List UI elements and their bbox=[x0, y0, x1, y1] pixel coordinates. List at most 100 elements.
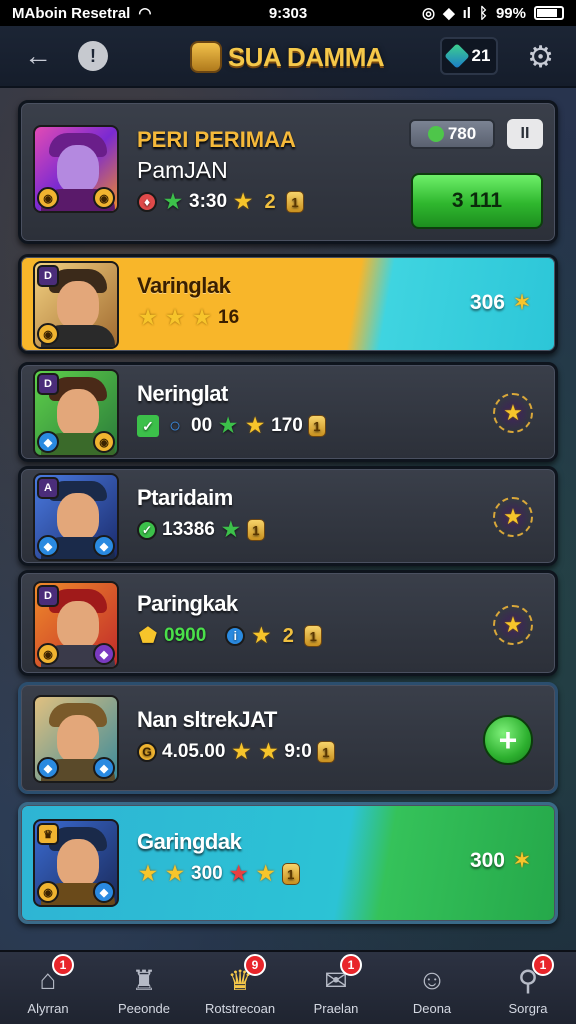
avatar: A ◆ ◆ bbox=[33, 473, 119, 561]
star-icon: ★ bbox=[139, 863, 157, 885]
player-stat-b: 170 bbox=[271, 415, 303, 436]
player-stat-a: 300 bbox=[191, 863, 223, 884]
star-burst-icon[interactable]: ★ bbox=[493, 605, 533, 645]
leaf-icon bbox=[427, 126, 444, 142]
coin-badge-icon: ◉ bbox=[37, 323, 59, 345]
nav-label: Rotstrecoan bbox=[204, 1001, 276, 1016]
pause-button[interactable]: II bbox=[507, 119, 543, 149]
gem-count: 21 bbox=[471, 46, 491, 65]
coin-badge-icon: ◉ bbox=[37, 187, 59, 209]
nav-label: Alyrran bbox=[27, 1001, 69, 1016]
alarm-icon: ◎ bbox=[421, 5, 436, 22]
list-item[interactable]: D ◉ Varinglak ★ ★ ★ 16 306 ✶ bbox=[18, 254, 558, 354]
star-icon: ★ bbox=[166, 307, 184, 329]
shield-badge-icon: ◆ bbox=[93, 881, 115, 903]
notification-badge: 1 bbox=[52, 954, 74, 976]
star-icon: ★ bbox=[252, 625, 271, 647]
back-button[interactable]: ← bbox=[20, 38, 56, 74]
heart-icon: ♦ bbox=[137, 192, 157, 212]
coin-icon: 1 bbox=[286, 191, 305, 213]
coin-icon: 1 bbox=[281, 863, 300, 885]
profile-icon: ☺ bbox=[417, 964, 447, 995]
shield-badge-icon: ◆ bbox=[37, 431, 59, 453]
status-bar: MAboin Resetral ◠ 9:303 ◎ ◆ ıl ᛒ 99% bbox=[0, 0, 576, 26]
player-name: Nan sltrekJAT bbox=[137, 707, 277, 732]
bottom-nav: ⌂ Alyrran 1 ♜ Peeonde ♛ Rotstrecoan 9 ✉ … bbox=[0, 950, 576, 1024]
check-icon: ✓ bbox=[137, 415, 159, 437]
shield-badge-icon: ◆ bbox=[93, 757, 115, 779]
info-button[interactable]: ! bbox=[78, 41, 108, 71]
coin-icon: 1 bbox=[246, 519, 265, 541]
app-header: ← ! SUA DAMMA 21 ⚙ bbox=[0, 26, 576, 88]
gem-badge-icon: ◆ bbox=[93, 643, 115, 665]
list-item[interactable]: D ◆ ◉ Neringlat ✓ ○ 00 ★ ★ 170 1 ★ bbox=[18, 362, 558, 462]
player-stat: 16 bbox=[218, 307, 240, 328]
star-icon: ★ bbox=[166, 863, 184, 885]
nav-item-profile[interactable]: ☺ Deona bbox=[384, 952, 480, 1024]
list-item[interactable]: ♛ ◉ ◆ Garingdak ★ ★ 300 ★ ★ 1 300 ✶ bbox=[18, 802, 558, 924]
featured-card[interactable]: ◉ ◉ PERI PERIMAA PamJAN ♦ ★ 3:30 ★ 2 1 7… bbox=[18, 100, 558, 244]
back-arrow-icon: ← bbox=[24, 40, 52, 71]
nav-label: Sorgra bbox=[508, 1001, 548, 1016]
rank-badge-icon: D bbox=[37, 265, 59, 287]
avatar: D ◉ ◆ bbox=[33, 581, 119, 669]
shield-badge-icon: ◆ bbox=[37, 535, 59, 557]
notification-badge: 9 bbox=[244, 954, 266, 976]
star-icon: ★ bbox=[139, 307, 157, 329]
player-name: Garingdak bbox=[137, 829, 242, 854]
player-stat-a: 4.05.00 bbox=[162, 741, 226, 762]
list-item[interactable]: A ◆ ◆ Ptaridaim ✓ 13386 ★ 1 ★ bbox=[18, 466, 558, 566]
nav-item-home[interactable]: ⌂ Alyrran 1 bbox=[0, 952, 96, 1024]
settings-button[interactable]: ⚙ bbox=[527, 40, 554, 75]
star-icon: ★ bbox=[234, 191, 252, 213]
plus-icon: + bbox=[498, 721, 518, 758]
location-icon: ◆ bbox=[443, 5, 455, 22]
star-icon: ★ bbox=[256, 863, 275, 885]
nav-label: Deona bbox=[412, 1001, 452, 1016]
nav-item-messages[interactable]: ✉ Praelan 1 bbox=[288, 952, 384, 1024]
nav-item-leaderboard[interactable]: ♛ Rotstrecoan 9 bbox=[192, 952, 288, 1024]
info-icon: ! bbox=[90, 45, 96, 66]
notification-badge: 1 bbox=[340, 954, 362, 976]
notification-badge: 1 bbox=[532, 954, 554, 976]
wifi-icon: ◠ bbox=[138, 5, 152, 22]
ring-icon: ○ bbox=[168, 415, 182, 437]
avatar: ◆ ◆ bbox=[33, 695, 119, 783]
coin-orb-icon: G bbox=[137, 742, 157, 762]
player-stat-a: 00 bbox=[191, 415, 213, 436]
rank-badge-icon: D bbox=[37, 585, 59, 607]
avatar: ◉ ◉ bbox=[33, 125, 119, 213]
currency-pill[interactable]: 780 bbox=[409, 119, 495, 149]
red-star-icon: ★ bbox=[229, 863, 248, 885]
shield-icon: ⬟ bbox=[139, 625, 157, 647]
bluetooth-icon: ᛒ bbox=[478, 4, 488, 22]
shield-badge-icon: ◆ bbox=[93, 535, 115, 557]
gear-icon: ⚙ bbox=[527, 41, 554, 74]
rank-badge-icon: D bbox=[37, 373, 59, 395]
rank-badge-icon: A bbox=[37, 477, 59, 499]
gem-icon bbox=[443, 43, 470, 69]
coin-icon: 1 bbox=[307, 415, 326, 437]
green-orb-icon: ✓ bbox=[137, 520, 157, 540]
carrier-label: MAboin Resetral bbox=[12, 4, 131, 22]
action-button[interactable]: 3 111 bbox=[411, 173, 543, 229]
nav-label: Praelan bbox=[313, 1001, 359, 1016]
star-icon: ★ bbox=[232, 741, 251, 763]
nav-label: Peeonde bbox=[117, 1001, 171, 1016]
coin-badge-icon: ◉ bbox=[93, 431, 115, 453]
battery-percent: 99% bbox=[495, 4, 526, 22]
avatar: D ◉ bbox=[33, 261, 119, 349]
nav-item-search[interactable]: ⚲ Sorgra 1 bbox=[480, 952, 576, 1024]
star-icon: ★ bbox=[259, 741, 278, 763]
nav-item-guild[interactable]: ♜ Peeonde bbox=[96, 952, 192, 1024]
featured-score: 3:30 bbox=[189, 191, 228, 212]
list-item[interactable]: D ◉ ◆ Paringkak ⬟ 0900 i ★ 2 1 ★ bbox=[18, 570, 558, 676]
list-item[interactable]: ◆ ◆ Nan sltrekJAT G 4.05.00 ★ ★ 9:0 1 + bbox=[18, 682, 558, 794]
gem-counter[interactable]: 21 bbox=[440, 37, 498, 75]
app-title: SUA DAMMA bbox=[227, 41, 385, 72]
player-name: Ptaridaim bbox=[137, 485, 233, 510]
sparkle-icon: ✶ bbox=[513, 292, 531, 314]
star-burst-icon[interactable]: ★ bbox=[493, 497, 533, 537]
star-burst-icon[interactable]: ★ bbox=[493, 393, 533, 433]
add-button[interactable]: + bbox=[483, 715, 533, 765]
